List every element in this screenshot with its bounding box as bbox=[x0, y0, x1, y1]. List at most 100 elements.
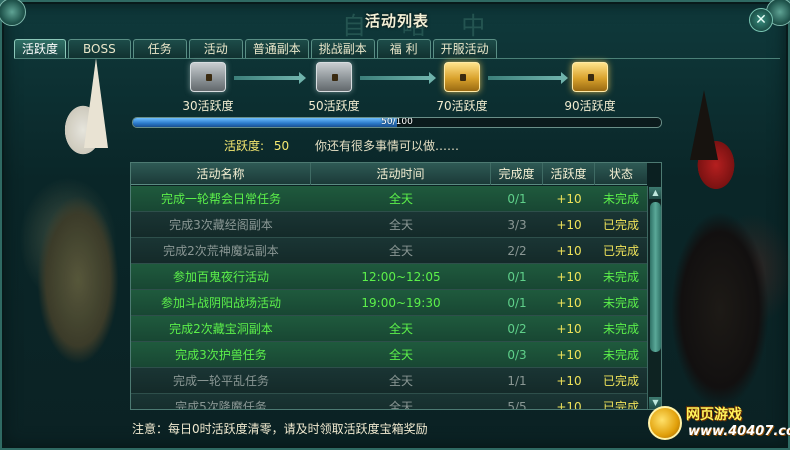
table-row[interactable]: 参加斗战阴阳战场活动 19:00~19:30 0/1 +10 未完成 bbox=[131, 290, 647, 316]
table-row[interactable]: 完成3次护兽任务 全天 0/3 +10 未完成 bbox=[131, 342, 647, 368]
completion-count: 5/5 bbox=[507, 400, 527, 410]
table-row[interactable]: 参加百鬼夜行活动 12:00~12:05 0/1 +10 未完成 bbox=[131, 264, 647, 290]
column-header-completion: 完成度 bbox=[491, 163, 543, 185]
watermark-title: 网页游戏 bbox=[686, 407, 742, 423]
reward-chest-50-icon[interactable] bbox=[316, 62, 352, 92]
activity-name: 完成3次护兽任务 bbox=[175, 348, 267, 362]
table-header: 活动名称 活动时间 完成度 活跃度 状态 bbox=[131, 163, 647, 185]
tab-challenge-dungeon[interactable]: 挑战副本 bbox=[310, 39, 375, 59]
activity-progress-bar: 50/100 bbox=[132, 117, 662, 128]
left-character-illustration bbox=[8, 60, 148, 410]
watermark-url: www.40407.com bbox=[688, 424, 790, 439]
tab-welfare[interactable]: 福 利 bbox=[376, 39, 431, 59]
activity-score-label: 活跃度: bbox=[224, 139, 265, 153]
activity-time: 全天 bbox=[388, 374, 413, 388]
reward-chest-30-icon[interactable] bbox=[190, 62, 226, 92]
activity-name: 参加百鬼夜行活动 bbox=[172, 270, 269, 284]
activity-window: 自 略 中 活动列表 ✕ 活跃度 BOSS 任务 活动 普通副本 挑战副本 福 … bbox=[0, 0, 790, 450]
column-header-activity-time: 活动时间 bbox=[311, 163, 491, 185]
left-character-hat bbox=[84, 58, 108, 148]
completion-status: 未完成 bbox=[602, 270, 639, 284]
completion-count: 0/2 bbox=[507, 322, 527, 336]
scroll-up-arrow-icon[interactable]: ▲ bbox=[649, 187, 661, 199]
activity-time: 全天 bbox=[388, 192, 413, 206]
activity-score-value: 50 bbox=[273, 139, 290, 153]
activity-name: 参加斗战阴阳战场活动 bbox=[160, 296, 281, 310]
activity-points-reward: +10 bbox=[556, 348, 582, 362]
activity-points-reward: +10 bbox=[556, 270, 582, 284]
tab-events[interactable]: 活动 bbox=[188, 39, 243, 59]
reward-chest-90-icon[interactable] bbox=[572, 62, 608, 92]
progress-text: 50/100 bbox=[381, 117, 413, 127]
column-header-activity-points: 活跃度 bbox=[543, 163, 595, 185]
tab-normal-dungeon[interactable]: 普通副本 bbox=[244, 39, 309, 59]
reward-chest-70-icon[interactable] bbox=[444, 62, 480, 92]
tab-boss[interactable]: BOSS bbox=[68, 39, 131, 59]
activity-points-reward: +10 bbox=[556, 400, 582, 410]
activity-time: 全天 bbox=[388, 218, 413, 232]
tab-bar: 活跃度 BOSS 任务 活动 普通副本 挑战副本 福 利 开服活动 bbox=[14, 39, 497, 59]
completion-status: 未完成 bbox=[602, 296, 639, 310]
corner-ornament-top-left bbox=[0, 0, 26, 26]
activity-name: 完成一轮平乱任务 bbox=[172, 374, 269, 388]
window-title: 活动列表 bbox=[364, 11, 429, 30]
table-body: 完成一轮帮会日常任务 全天 0/1 +10 未完成 完成3次藏经阁副本 全天 3/3 +10 已完… bbox=[131, 186, 647, 410]
activity-time: 19:00~19:30 bbox=[361, 296, 441, 310]
activity-points-reward: +10 bbox=[556, 244, 582, 258]
close-icon: ✕ bbox=[755, 12, 767, 28]
completion-count: 0/1 bbox=[507, 192, 527, 206]
reward-label-90: 90活跃度 bbox=[564, 99, 616, 113]
activity-time: 全天 bbox=[388, 348, 413, 362]
activity-points-reward: +10 bbox=[556, 192, 582, 206]
activity-points-reward: +10 bbox=[556, 218, 582, 232]
title-bar: 自 略 中 活动列表 bbox=[132, 6, 662, 41]
completion-count: 0/1 bbox=[507, 270, 527, 284]
completion-count: 3/3 bbox=[507, 218, 527, 232]
site-watermark-logo: 网页游戏 www.40407.com bbox=[642, 398, 790, 450]
completion-status: 未完成 bbox=[602, 322, 639, 336]
activity-time: 全天 bbox=[388, 244, 413, 258]
reward-label-70: 70活跃度 bbox=[436, 99, 488, 113]
table-row[interactable]: 完成一轮平乱任务 全天 1/1 +10 已完成 bbox=[131, 368, 647, 394]
completion-status: 已完成 bbox=[602, 374, 639, 388]
activity-name: 完成3次藏经阁副本 bbox=[169, 218, 273, 232]
arrow-icon bbox=[360, 72, 436, 84]
tab-activity-points[interactable]: 活跃度 bbox=[14, 39, 67, 59]
completion-count: 0/1 bbox=[507, 296, 527, 310]
reset-notice: 注意：每日0时活跃度清零，请及时领取活跃度宝箱奖励 bbox=[132, 422, 428, 436]
table-row[interactable]: 完成5次降魔任务 全天 5/5 +10 已完成 bbox=[131, 394, 647, 410]
activity-name: 完成2次藏宝洞副本 bbox=[169, 322, 273, 336]
completion-status: 已完成 bbox=[602, 218, 639, 232]
completion-count: 0/3 bbox=[507, 348, 527, 362]
activity-points-reward: +10 bbox=[556, 296, 582, 310]
activity-time: 全天 bbox=[388, 322, 413, 336]
activity-time: 全天 bbox=[388, 400, 413, 410]
activity-name: 完成5次降魔任务 bbox=[175, 400, 267, 410]
table-scrollbar[interactable]: ▲ ▼ bbox=[647, 186, 661, 409]
column-header-activity-name: 活动名称 bbox=[131, 163, 311, 185]
activity-score-message: 你还有很多事情可以做…… bbox=[314, 139, 459, 153]
activity-score-row: 活跃度: 50 你还有很多事情可以做…… bbox=[224, 137, 459, 154]
reward-chest-row: 30活跃度 50活跃度 70活跃度 90活跃度 bbox=[132, 60, 662, 116]
tab-quests[interactable]: 任务 bbox=[132, 39, 187, 59]
completion-count: 1/1 bbox=[507, 374, 527, 388]
column-header-status: 状态 bbox=[608, 167, 633, 181]
reward-label-30: 30活跃度 bbox=[182, 99, 234, 113]
table-row[interactable]: 完成一轮帮会日常任务 全天 0/1 +10 未完成 bbox=[131, 186, 647, 212]
close-button[interactable]: ✕ bbox=[749, 8, 773, 32]
activity-name: 完成2次荒神魔坛副本 bbox=[163, 244, 279, 258]
table-row[interactable]: 完成2次藏宝洞副本 全天 0/2 +10 未完成 bbox=[131, 316, 647, 342]
arrow-icon bbox=[234, 72, 306, 84]
right-character-hat bbox=[690, 90, 718, 160]
completion-status: 已完成 bbox=[602, 400, 639, 410]
completion-status: 已完成 bbox=[602, 244, 639, 258]
table-row[interactable]: 完成3次藏经阁副本 全天 3/3 +10 已完成 bbox=[131, 212, 647, 238]
activity-name: 完成一轮帮会日常任务 bbox=[160, 192, 281, 206]
activity-table: 活动名称 活动时间 完成度 活跃度 状态 完成一轮帮会日常任务 全天 0/1 +10 未… bbox=[130, 162, 662, 410]
table-row[interactable]: 完成2次荒神魔坛副本 全天 2/2 +10 已完成 bbox=[131, 238, 647, 264]
scrollbar-thumb[interactable] bbox=[650, 202, 661, 352]
tab-server-launch-events[interactable]: 开服活动 bbox=[432, 39, 497, 59]
completion-count: 2/2 bbox=[507, 244, 527, 258]
reward-label-50: 50活跃度 bbox=[308, 99, 360, 113]
activity-points-reward: +10 bbox=[556, 374, 582, 388]
